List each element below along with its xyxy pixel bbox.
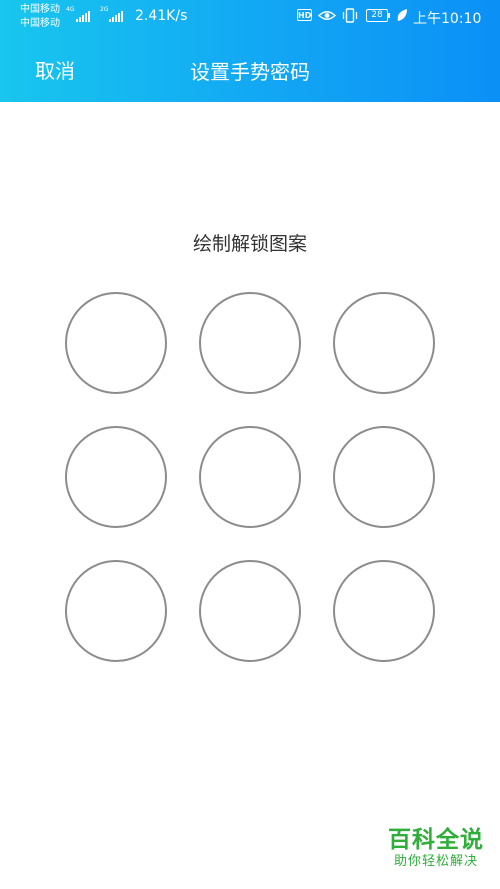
pattern-dot-2[interactable]	[199, 292, 301, 394]
battery-tip	[388, 13, 390, 18]
pattern-dot-9[interactable]	[333, 560, 435, 662]
network-speed: 2.41K/s	[135, 8, 188, 24]
status-bar: 中国移动 中国移动 4G 2G 2.41K/s HD 28 上午10:10	[0, 0, 500, 34]
watermark-subtitle: 助你轻松解决	[393, 854, 478, 869]
leaf-icon	[397, 9, 407, 21]
watermark-logo: 百科全说 助你轻松解决	[388, 826, 484, 870]
network-type-1: 4G	[66, 6, 75, 13]
network-type-2: 2G	[100, 6, 109, 13]
signal-1-icon	[76, 10, 90, 22]
hd-icon: HD	[297, 9, 312, 21]
carrier-2-label: 中国移动	[20, 18, 60, 29]
page-title: 设置手势密码	[0, 56, 500, 85]
pattern-dot-1[interactable]	[65, 292, 167, 394]
pattern-dot-5[interactable]	[199, 426, 301, 528]
battery-icon: 28	[366, 9, 388, 22]
clock: 上午10:10	[413, 11, 482, 27]
screen: 中国移动 中国移动 4G 2G 2.41K/s HD 28 上午10:10 设置…	[0, 0, 500, 889]
watermark-title: 百科全说	[388, 827, 484, 853]
gesture-prompt: 绘制解锁图案	[192, 233, 307, 255]
pattern-dot-8[interactable]	[199, 560, 301, 662]
pattern-dot-4[interactable]	[65, 426, 167, 528]
vibrate-icon	[342, 8, 358, 23]
header-bar: 中国移动 中国移动 4G 2G 2.41K/s HD 28 上午10:10 设置…	[0, 0, 500, 102]
page-title-text: 设置手势密码	[190, 60, 310, 84]
carrier-1-label: 中国移动	[20, 4, 60, 15]
cancel-button[interactable]: 取消	[35, 55, 75, 84]
eye-comfort-icon	[318, 11, 336, 20]
pattern-dot-3[interactable]	[333, 292, 435, 394]
pattern-dot-6[interactable]	[333, 426, 435, 528]
signal-2-icon	[109, 10, 123, 22]
pattern-dot-7[interactable]	[65, 560, 167, 662]
gesture-pattern-grid[interactable]	[65, 292, 435, 662]
